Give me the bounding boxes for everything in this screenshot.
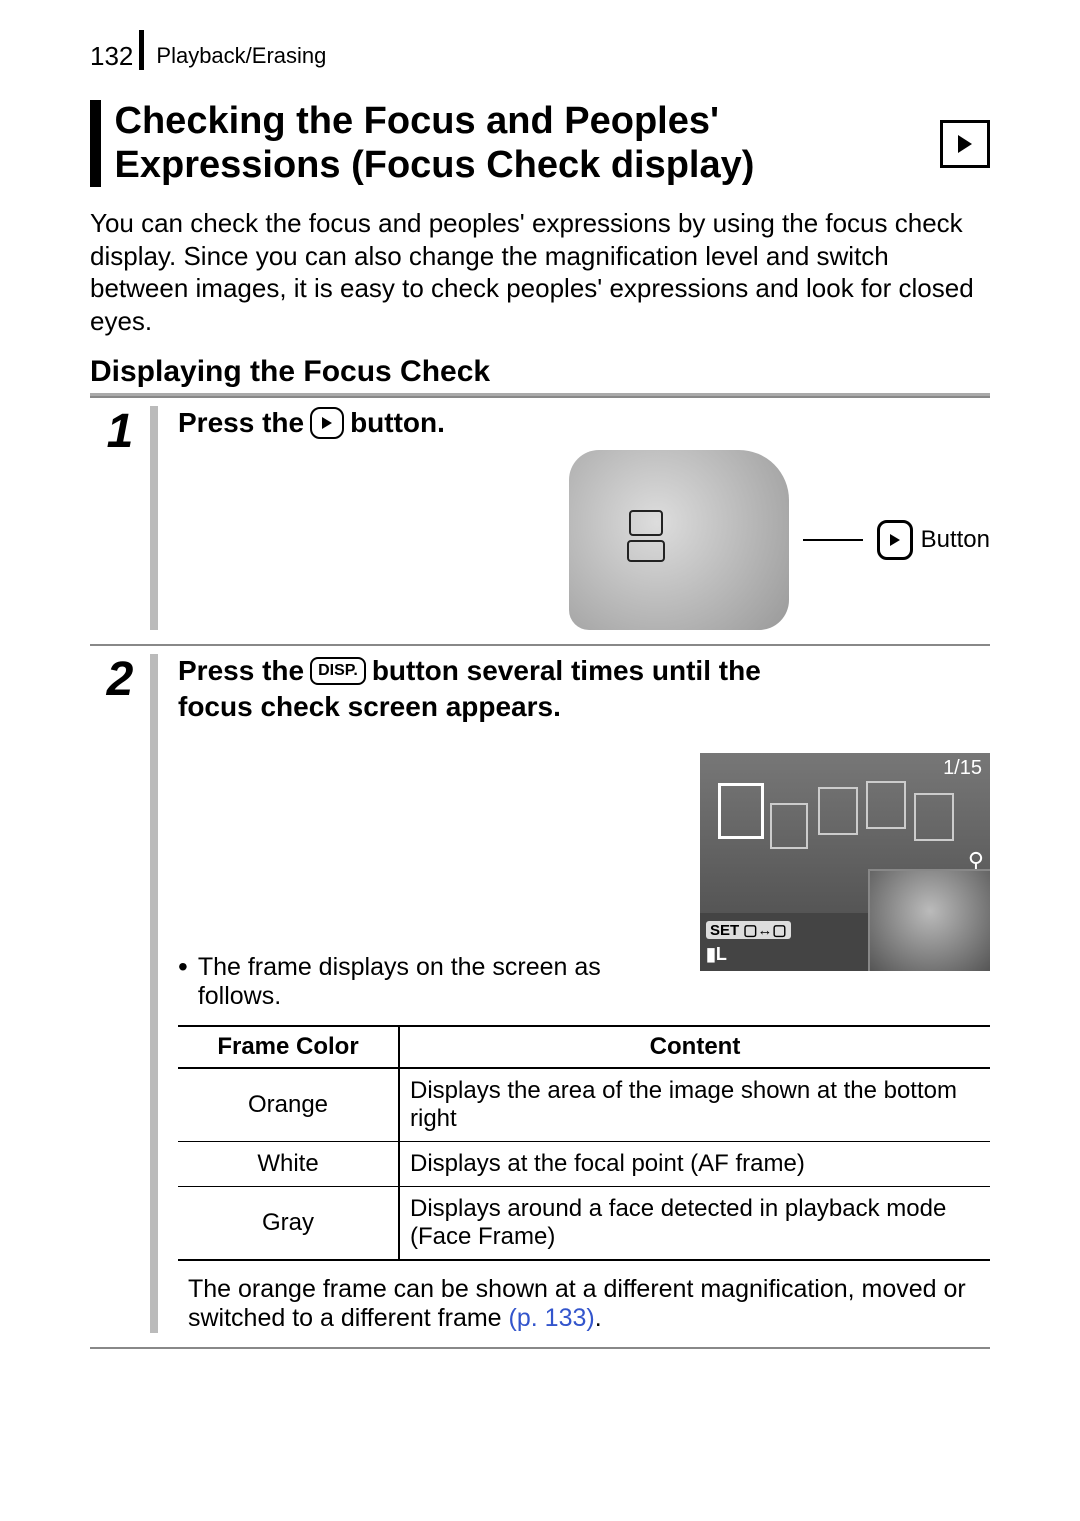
step-2-note: The orange frame can be shown at a diffe…: [178, 1275, 990, 1333]
step-number: 1: [90, 406, 150, 456]
step-1-title-prefix: Press the: [178, 406, 304, 440]
focus-check-screen-illustration: 1/15 ⚲ SET▢↔▢ ▮L: [700, 753, 990, 971]
zoom-thumbnail: [868, 869, 990, 971]
steps-list: 1 Press the button. Button: [90, 396, 990, 1349]
table-row: Gray Displays around a face detected in …: [178, 1187, 990, 1261]
intro-paragraph: You can check the focus and peoples' exp…: [90, 207, 990, 337]
page-number: 132: [90, 30, 144, 70]
table-header-content: Content: [399, 1026, 990, 1068]
step-number: 2: [90, 654, 150, 704]
step-2-title: Press the DISP. button several times unt…: [178, 654, 990, 688]
table-row: White Displays at the focal point (AF fr…: [178, 1142, 990, 1187]
title-accent-bar: [90, 100, 101, 187]
page-header: 132 Playback/Erasing: [90, 30, 990, 70]
disp-button-icon: DISP.: [310, 657, 366, 685]
bullet-icon: [178, 953, 188, 1011]
page-reference-link[interactable]: (p. 133): [509, 1304, 595, 1332]
orange-frame: [718, 783, 764, 839]
note-text-wrap: The orange frame can be shown at a diffe…: [188, 1275, 990, 1333]
section-label: Playback/Erasing: [144, 30, 326, 70]
step-1-title-suffix: button.: [350, 406, 445, 440]
cell-content: Displays at the focal point (AF frame): [399, 1142, 990, 1187]
gray-frame: [914, 793, 954, 841]
cell-color: Gray: [178, 1187, 399, 1261]
quality-indicator: ▮L: [706, 944, 727, 965]
camera-illustration: Button: [178, 450, 990, 630]
callout-line: [803, 539, 863, 541]
playback-button-icon: [310, 407, 344, 439]
step-2-title-line2: focus check screen appears.: [178, 690, 990, 724]
cell-color: White: [178, 1142, 399, 1187]
gray-frame: [818, 787, 858, 835]
title-block: Checking the Focus and Peoples' Expressi…: [90, 100, 990, 187]
playback-button-icon: [877, 520, 913, 560]
button-label: Button: [921, 526, 990, 554]
page-title: Checking the Focus and Peoples' Expressi…: [115, 100, 941, 187]
step-2-bullet-1: The frame displays on the screen as foll…: [178, 953, 684, 1011]
frame-color-table: Frame Color Content Orange Displays the …: [178, 1025, 990, 1261]
subheading: Displaying the Focus Check: [90, 355, 990, 396]
table-header-color: Frame Color: [178, 1026, 399, 1068]
step-1-title: Press the button.: [178, 406, 990, 440]
gray-frame: [866, 781, 906, 829]
camera-body-illustration: [569, 450, 789, 630]
cell-content: Displays the area of the image shown at …: [399, 1068, 990, 1142]
cell-color: Orange: [178, 1068, 399, 1142]
set-button-label: SET▢↔▢: [706, 921, 791, 939]
bullet-text: The frame displays on the screen as foll…: [198, 953, 684, 1011]
gray-frame: [770, 803, 808, 849]
step-2-title-prefix: Press the: [178, 654, 304, 688]
cell-content: Displays around a face detected in playb…: [399, 1187, 990, 1261]
table-row: Orange Displays the area of the image sh…: [178, 1068, 990, 1142]
step-2: 2 Press the DISP. button several times u…: [90, 646, 990, 1349]
step-1: 1 Press the button. Button: [90, 398, 990, 646]
manual-page: 132 Playback/Erasing Checking the Focus …: [0, 0, 1080, 1521]
playback-mode-icon: [940, 120, 990, 168]
image-counter: 1/15: [943, 757, 982, 780]
step-2-title-mid: button several times until the: [372, 654, 761, 688]
note-tail: .: [595, 1304, 602, 1332]
